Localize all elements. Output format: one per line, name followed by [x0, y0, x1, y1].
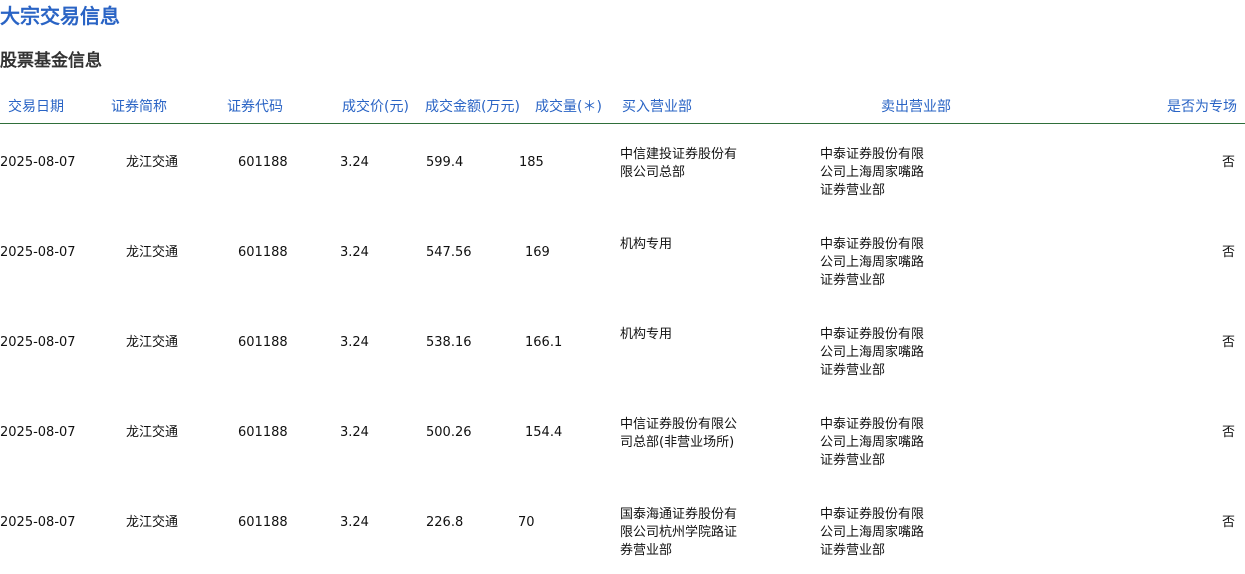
cell-volume: 169: [525, 245, 550, 260]
column-header-amount[interactable]: 成交金额(万元): [425, 98, 520, 116]
cell-dedicated: 否: [1221, 335, 1235, 350]
cell-name: 龙江交通: [126, 155, 179, 170]
cell-amount: 226.8: [426, 515, 464, 530]
cell-amount: 500.26: [426, 425, 472, 440]
cell-name: 龙江交通: [126, 515, 179, 530]
column-header-buyer[interactable]: 买入营业部: [622, 98, 692, 116]
cell-volume: 185: [519, 155, 544, 170]
table-row: 2025-08-07 龙江交通 601188 3.24 547.56 169 机…: [0, 214, 1245, 304]
cell-name: 龙江交通: [126, 245, 179, 260]
cell-seller: 中泰证券股份有限公司上海周家嘴路证券营业部: [820, 147, 925, 198]
cell-dedicated: 否: [1221, 155, 1235, 170]
cell-date: 2025-08-07: [0, 155, 76, 170]
cell-amount: 599.4: [426, 155, 464, 170]
cell-volume: 154.4: [525, 425, 563, 440]
cell-seller: 中泰证券股份有限公司上海周家嘴路证券营业部: [820, 507, 925, 558]
cell-code: 601188: [238, 245, 288, 260]
cell-buyer: 中信建投证券股份有限公司总部: [620, 147, 738, 180]
cell-dedicated: 否: [1221, 515, 1235, 530]
cell-dedicated: 否: [1221, 425, 1235, 440]
cell-date: 2025-08-07: [0, 425, 76, 440]
cell-price: 3.24: [340, 335, 369, 350]
cell-price: 3.24: [340, 155, 369, 170]
cell-volume: 166.1: [525, 335, 563, 350]
cell-code: 601188: [238, 425, 288, 440]
column-header-seller[interactable]: 卖出营业部: [881, 98, 951, 116]
cell-name: 龙江交通: [126, 425, 179, 440]
cell-buyer: 国泰海通证券股份有限公司杭州学院路证券营业部: [620, 507, 738, 558]
cell-date: 2025-08-07: [0, 245, 76, 260]
cell-name: 龙江交通: [126, 335, 179, 350]
cell-amount: 538.16: [426, 335, 472, 350]
cell-date: 2025-08-07: [0, 335, 76, 350]
column-header-dedicated[interactable]: 是否为专场: [1167, 98, 1237, 116]
cell-date: 2025-08-07: [0, 515, 76, 530]
cell-buyer: 机构专用: [620, 237, 673, 252]
cell-price: 3.24: [340, 245, 369, 260]
cell-amount: 547.56: [426, 245, 472, 260]
table-header-row: 交易日期 证券简称 证券代码 成交价(元) 成交金额(万元) 成交量(＊) 买入…: [0, 92, 1245, 124]
cell-code: 601188: [238, 515, 288, 530]
cell-volume: 70: [518, 515, 535, 530]
section-title: 股票基金信息: [0, 51, 102, 71]
cell-code: 601188: [238, 155, 288, 170]
cell-buyer: 机构专用: [620, 327, 673, 342]
column-header-date[interactable]: 交易日期: [8, 98, 64, 116]
column-header-name[interactable]: 证券简称: [111, 98, 167, 116]
cell-price: 3.24: [340, 515, 369, 530]
table-row: 2025-08-07 龙江交通 601188 3.24 538.16 166.1…: [0, 304, 1245, 394]
table-row: 2025-08-07 龙江交通 601188 3.24 226.8 70 国泰海…: [0, 484, 1245, 574]
table-row: 2025-08-07 龙江交通 601188 3.24 500.26 154.4…: [0, 394, 1245, 484]
column-header-volume[interactable]: 成交量(＊): [535, 98, 602, 116]
page-title: 大宗交易信息: [0, 4, 120, 28]
table-row: 2025-08-07 龙江交通 601188 3.24 599.4 185 中信…: [0, 124, 1245, 214]
cell-seller: 中泰证券股份有限公司上海周家嘴路证券营业部: [820, 417, 925, 468]
cell-price: 3.24: [340, 425, 369, 440]
cell-code: 601188: [238, 335, 288, 350]
cell-buyer: 中信证券股份有限公司总部(非营业场所): [620, 417, 738, 450]
cell-dedicated: 否: [1221, 245, 1235, 260]
cell-seller: 中泰证券股份有限公司上海周家嘴路证券营业部: [820, 237, 925, 288]
column-header-code[interactable]: 证券代码: [227, 98, 283, 116]
column-header-price[interactable]: 成交价(元): [342, 98, 409, 116]
block-trade-table: 交易日期 证券简称 证券代码 成交价(元) 成交金额(万元) 成交量(＊) 买入…: [0, 92, 1245, 574]
cell-seller: 中泰证券股份有限公司上海周家嘴路证券营业部: [820, 327, 925, 378]
